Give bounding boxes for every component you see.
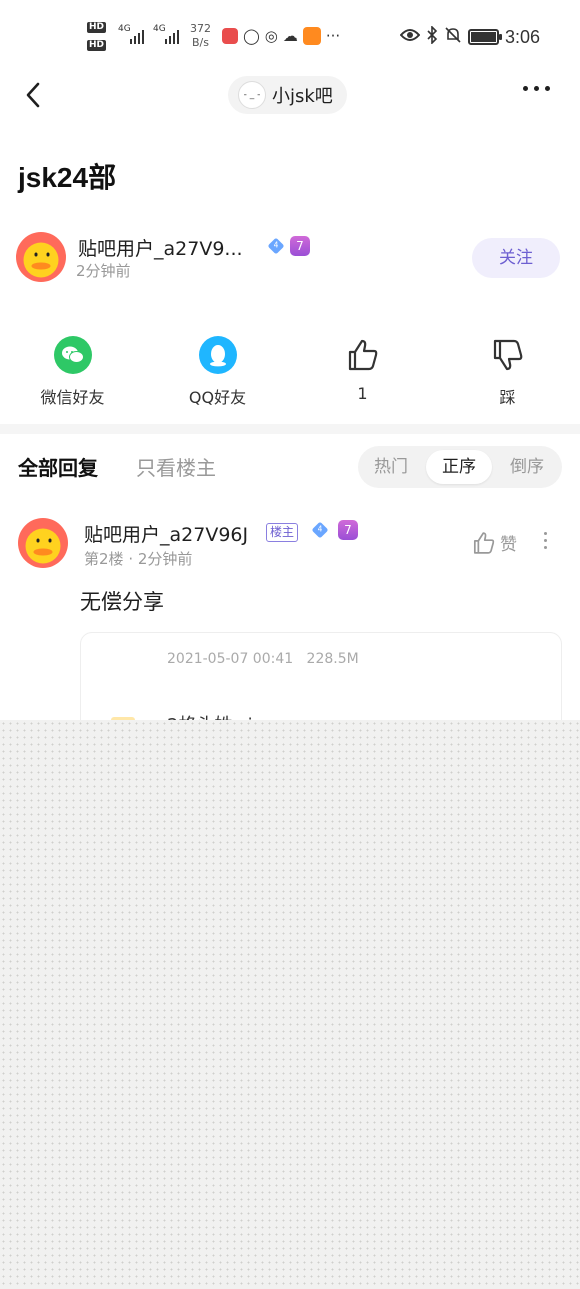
network-type-1: 4G	[118, 24, 131, 34]
reply-avatar[interactable]	[18, 518, 68, 568]
share-wechat-button[interactable]: 微信好友	[0, 332, 145, 412]
network-type-2: 4G	[153, 24, 166, 34]
forum-link[interactable]: - _ - 小jsk吧	[228, 76, 347, 114]
more-notifications-icon: ···	[325, 27, 341, 45]
diamond-badge-icon: 4	[267, 237, 285, 255]
reply-like-button[interactable]: 赞	[472, 530, 517, 555]
circle-icon: ◯	[243, 27, 260, 45]
mute-bell-icon	[444, 26, 462, 48]
op-badge: 楼主	[266, 523, 299, 542]
sort-toggle: 热门 正序 倒序	[358, 446, 562, 488]
section-divider	[0, 424, 580, 434]
forum-name: 小jsk吧	[272, 86, 333, 107]
eye-icon	[399, 28, 421, 46]
notification-icons: ◯ ◎ ☁ ···	[222, 26, 340, 46]
sort-hot[interactable]: 热门	[358, 450, 424, 484]
reply-badges: 4 7	[311, 520, 358, 540]
like-post-button[interactable]: 1	[290, 332, 435, 412]
reply-meta: 第2楼 · 2分钟前	[84, 548, 192, 569]
sort-descending[interactable]: 倒序	[494, 450, 560, 484]
cloud-icon: ☁	[282, 27, 298, 45]
more-options-icon[interactable]	[523, 86, 550, 91]
chevron-left-icon	[26, 82, 40, 108]
author-name[interactable]: 贴吧用户_a27V9...	[78, 234, 243, 261]
post-title: jsk24部	[18, 162, 117, 193]
file-meta: 2021-05-07 00:41 228.5M	[167, 651, 359, 667]
author-badges: 4 7	[267, 236, 310, 256]
loading-placeholder	[0, 720, 580, 1289]
share-row: 微信好友 QQ好友 1 踩	[0, 332, 580, 412]
thumbs-down-icon	[489, 336, 527, 374]
reply-tabs: 全部回复 只看楼主 热门 正序 倒序	[0, 446, 580, 490]
reply-author-name[interactable]: 贴吧用户_a27V96J	[84, 520, 248, 547]
reply-time: 2分钟前	[137, 550, 193, 568]
tab-op-only[interactable]: 只看楼主	[136, 452, 216, 481]
share-qq-button[interactable]: QQ好友	[145, 332, 290, 412]
hd-indicator-2: HD	[87, 40, 107, 51]
globe-icon: ◎	[264, 27, 278, 45]
diamond-badge-icon: 4	[311, 521, 329, 539]
battery-icon	[467, 29, 502, 45]
forum-avatar: - _ -	[238, 81, 266, 109]
reply-more-icon[interactable]	[544, 532, 547, 549]
bluetooth-icon	[426, 25, 438, 48]
level-badge-icon: 7	[290, 236, 310, 256]
thumbs-up-icon	[344, 336, 382, 374]
clock: 3:06	[504, 26, 540, 47]
dislike-post-button[interactable]: 踩	[435, 332, 580, 412]
thumbs-up-icon	[473, 531, 495, 554]
video-app-icon	[302, 27, 321, 45]
wechat-icon	[53, 336, 92, 374]
reply-content: 无偿分享	[80, 590, 164, 614]
post-time: 2分钟前	[76, 262, 131, 280]
author-avatar[interactable]	[16, 232, 66, 282]
sort-ascending[interactable]: 正序	[426, 450, 492, 484]
level-badge-icon: 7	[338, 520, 358, 540]
system-icons: 3:06	[399, 25, 540, 48]
app-notification-icon	[222, 28, 238, 44]
network-speed: 372 B/s	[190, 22, 211, 49]
hd-indicator-1: HD	[87, 22, 107, 33]
signal-icon-2	[165, 28, 179, 44]
follow-button[interactable]: 关注	[472, 238, 560, 278]
top-nav: - _ - 小jsk吧	[0, 74, 580, 118]
tab-all-replies[interactable]: 全部回复	[18, 452, 98, 481]
post-author: 贴吧用户_a27V9... 4 7 2分钟前 关注	[16, 230, 564, 286]
back-button[interactable]	[20, 78, 50, 112]
meta-separator: ·	[128, 550, 134, 568]
signal-icon-1	[130, 28, 144, 44]
status-bar: HD HD 4G 4G 372 B/s ◯ ◎ ☁ ··· 3:06	[0, 0, 580, 74]
floor-number: 第2楼	[84, 550, 124, 568]
qq-icon	[198, 336, 237, 374]
